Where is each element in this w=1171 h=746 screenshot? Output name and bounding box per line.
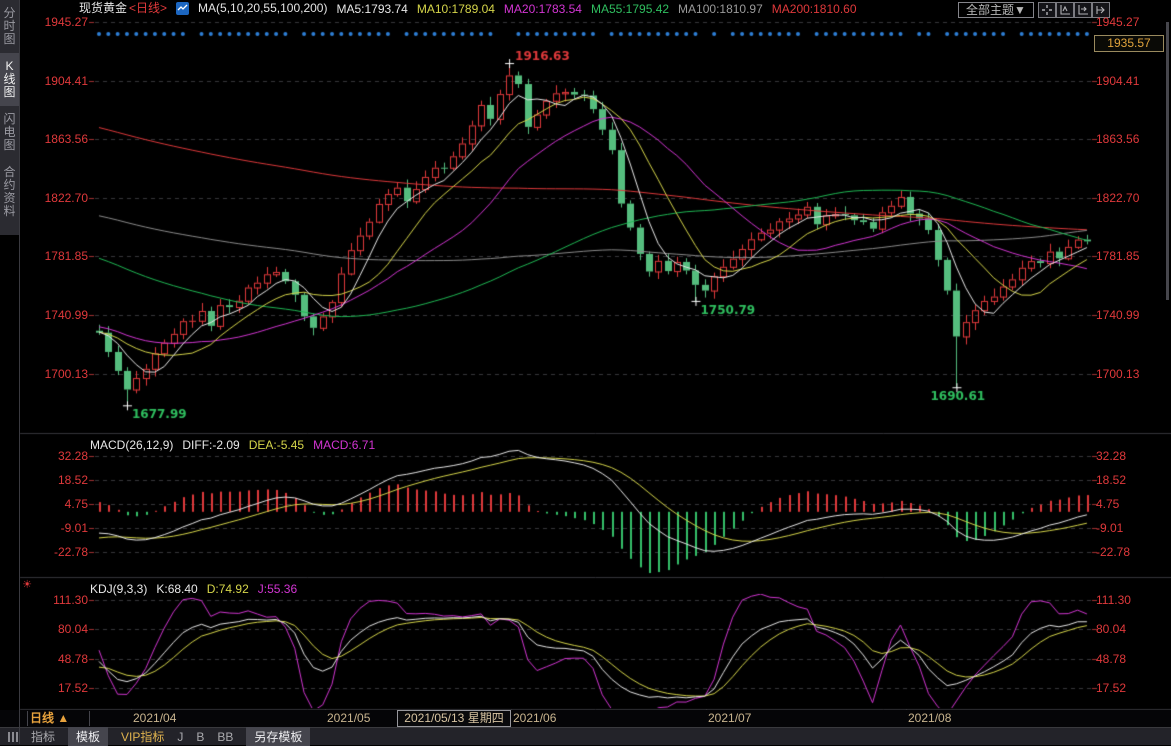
period-button[interactable]: 日线 ▲ bbox=[30, 711, 69, 726]
pan-crosshair-icon[interactable] bbox=[1038, 2, 1056, 18]
scrollbar-thumb[interactable] bbox=[1166, 22, 1169, 300]
theme-dropdown-button[interactable]: 全部主题▼ bbox=[958, 2, 1034, 18]
sidebar-item-合约资料[interactable]: 合约资料 bbox=[0, 159, 19, 225]
sidebar-item-闪电图[interactable]: 闪电图 bbox=[0, 106, 19, 159]
toolbar-item-另存模板[interactable]: 另存模板 bbox=[246, 727, 310, 746]
toolbar-item-BB[interactable]: BB bbox=[217, 730, 233, 744]
toolbar-item-模板[interactable]: 模板 bbox=[68, 727, 108, 746]
sidebar-item-分时图[interactable]: 分时图 bbox=[0, 0, 19, 53]
panel-columns-icon[interactable] bbox=[8, 732, 18, 742]
toolbar-item-J[interactable]: J bbox=[177, 730, 183, 744]
scale-y-icon[interactable] bbox=[1056, 2, 1074, 18]
sidebar-divider bbox=[19, 0, 20, 744]
toolbar-item-指标[interactable]: 指标 bbox=[31, 728, 55, 745]
sidebar-item-K线图[interactable]: K线图 bbox=[0, 53, 19, 106]
chart-canvas[interactable] bbox=[0, 0, 1171, 744]
toolbar-item-B[interactable]: B bbox=[196, 730, 204, 744]
shift-right-icon[interactable] bbox=[1092, 2, 1110, 18]
indicator-settings-icon[interactable]: ☀ bbox=[20, 578, 34, 592]
sidebar: 分时图K线图闪电图合约资料 bbox=[0, 0, 19, 235]
toolbar-item-VIP指标[interactable]: VIP指标 bbox=[121, 728, 164, 745]
scale-x-icon[interactable] bbox=[1074, 2, 1092, 18]
